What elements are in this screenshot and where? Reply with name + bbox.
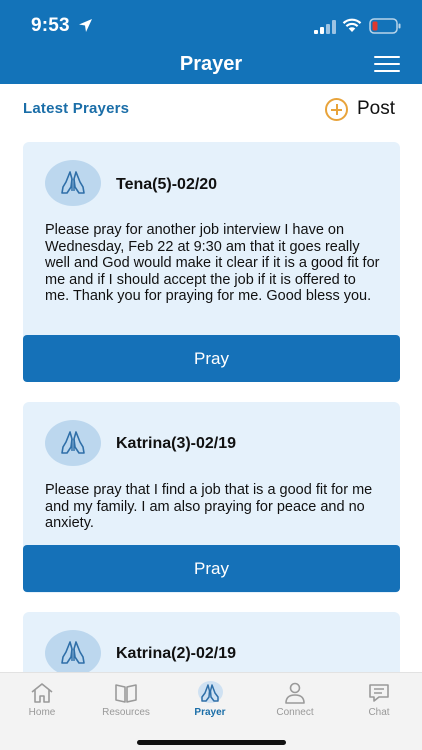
latest-prayers-label: Latest Prayers xyxy=(23,100,130,117)
tab-label: Connect xyxy=(276,707,314,718)
tab-prayer[interactable]: Prayer xyxy=(168,673,252,723)
location-arrow-icon xyxy=(79,19,92,32)
praying-hands-icon xyxy=(61,431,85,454)
avatar xyxy=(45,420,101,466)
tab-label: Resources xyxy=(102,707,150,718)
menu-button[interactable] xyxy=(374,56,400,76)
prayer-author: Katrina(2)-02/19 xyxy=(116,645,237,662)
tab-bar: Home Resources Prayer Connect Chat xyxy=(0,672,422,750)
page-title: Prayer xyxy=(179,53,243,75)
tab-resources[interactable]: Resources xyxy=(84,673,168,723)
pray-button[interactable]: Pray xyxy=(23,335,400,382)
praying-hands-icon xyxy=(61,641,85,664)
tab-label: Prayer xyxy=(194,707,226,718)
status-bar: 9:53 xyxy=(0,0,422,46)
home-indicator xyxy=(137,740,286,745)
status-time: 9:53 xyxy=(31,15,70,36)
prayer-text: Please pray that I find a job that is a … xyxy=(45,482,373,531)
home-icon xyxy=(31,683,53,703)
tab-home[interactable]: Home xyxy=(0,673,84,723)
avatar xyxy=(45,160,101,206)
subheader: Latest Prayers Post xyxy=(0,84,422,134)
nav-bar: Prayer xyxy=(0,46,422,84)
avatar xyxy=(45,630,101,672)
post-label: Post xyxy=(357,98,396,119)
prayer-author: Katrina(3)-02/19 xyxy=(116,435,237,452)
wifi-icon xyxy=(342,18,362,32)
chat-icon xyxy=(369,684,389,702)
hamburger-icon-line xyxy=(374,63,400,65)
tab-connect[interactable]: Connect xyxy=(253,673,337,723)
cellular-signal-icon xyxy=(314,20,336,34)
battery-icon xyxy=(369,18,401,34)
prayer-text: Please pray for another job interview I … xyxy=(45,222,380,304)
person-icon xyxy=(285,682,305,704)
prayer-author: Tena(5)-02/20 xyxy=(116,176,218,193)
tab-label: Home xyxy=(28,707,56,718)
hamburger-icon-line xyxy=(374,56,400,58)
plus-circle-icon xyxy=(325,98,348,121)
prayer-card: Katrina(2)-02/19 xyxy=(23,612,400,672)
prayer-feed[interactable]: Tena(5)-02/20 Please pray for another jo… xyxy=(0,134,422,672)
pray-button[interactable]: Pray xyxy=(23,545,400,592)
praying-hands-icon xyxy=(61,171,85,194)
book-icon xyxy=(115,684,137,703)
tab-label: Chat xyxy=(368,707,390,718)
prayer-card: Tena(5)-02/20 Please pray for another jo… xyxy=(23,142,400,382)
tab-chat[interactable]: Chat xyxy=(337,673,421,723)
hamburger-icon-line xyxy=(374,70,400,72)
praying-hands-icon xyxy=(201,684,219,702)
prayer-card: Katrina(3)-02/19 Please pray that I find… xyxy=(23,402,400,593)
